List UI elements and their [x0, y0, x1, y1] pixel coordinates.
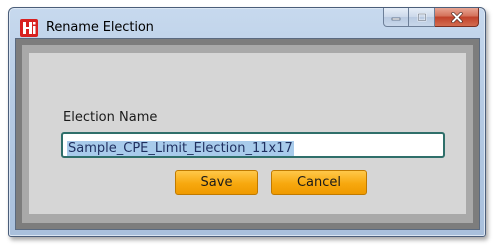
election-name-label: Election Name: [63, 110, 158, 125]
election-name-input[interactable]: Sample_CPE_Limit_Election_11x17: [61, 132, 445, 158]
save-button[interactable]: Save: [175, 170, 258, 195]
maximize-button[interactable]: [409, 8, 435, 27]
title-bar[interactable]: Rename Election: [9, 8, 485, 38]
app-logo-icon: [20, 19, 38, 37]
dialog-content: Election Name Sample_CPE_Limit_Election_…: [29, 53, 466, 214]
minimize-icon: [391, 17, 401, 21]
close-button[interactable]: [435, 8, 479, 27]
cancel-button[interactable]: Cancel: [271, 170, 367, 195]
close-icon: [450, 11, 463, 23]
minimize-button[interactable]: [383, 8, 409, 27]
window-title: Rename Election: [46, 20, 154, 35]
dialog-frame-inner: Election Name Sample_CPE_Limit_Election_…: [22, 45, 473, 223]
caption-buttons: [383, 8, 479, 28]
election-name-value: Sample_CPE_Limit_Election_11x17: [67, 141, 294, 156]
maximize-icon: [417, 12, 426, 21]
dialog-frame-outer: Election Name Sample_CPE_Limit_Election_…: [15, 38, 480, 230]
rename-election-dialog: Rename Election Election Name Sample_CPE…: [8, 7, 486, 237]
